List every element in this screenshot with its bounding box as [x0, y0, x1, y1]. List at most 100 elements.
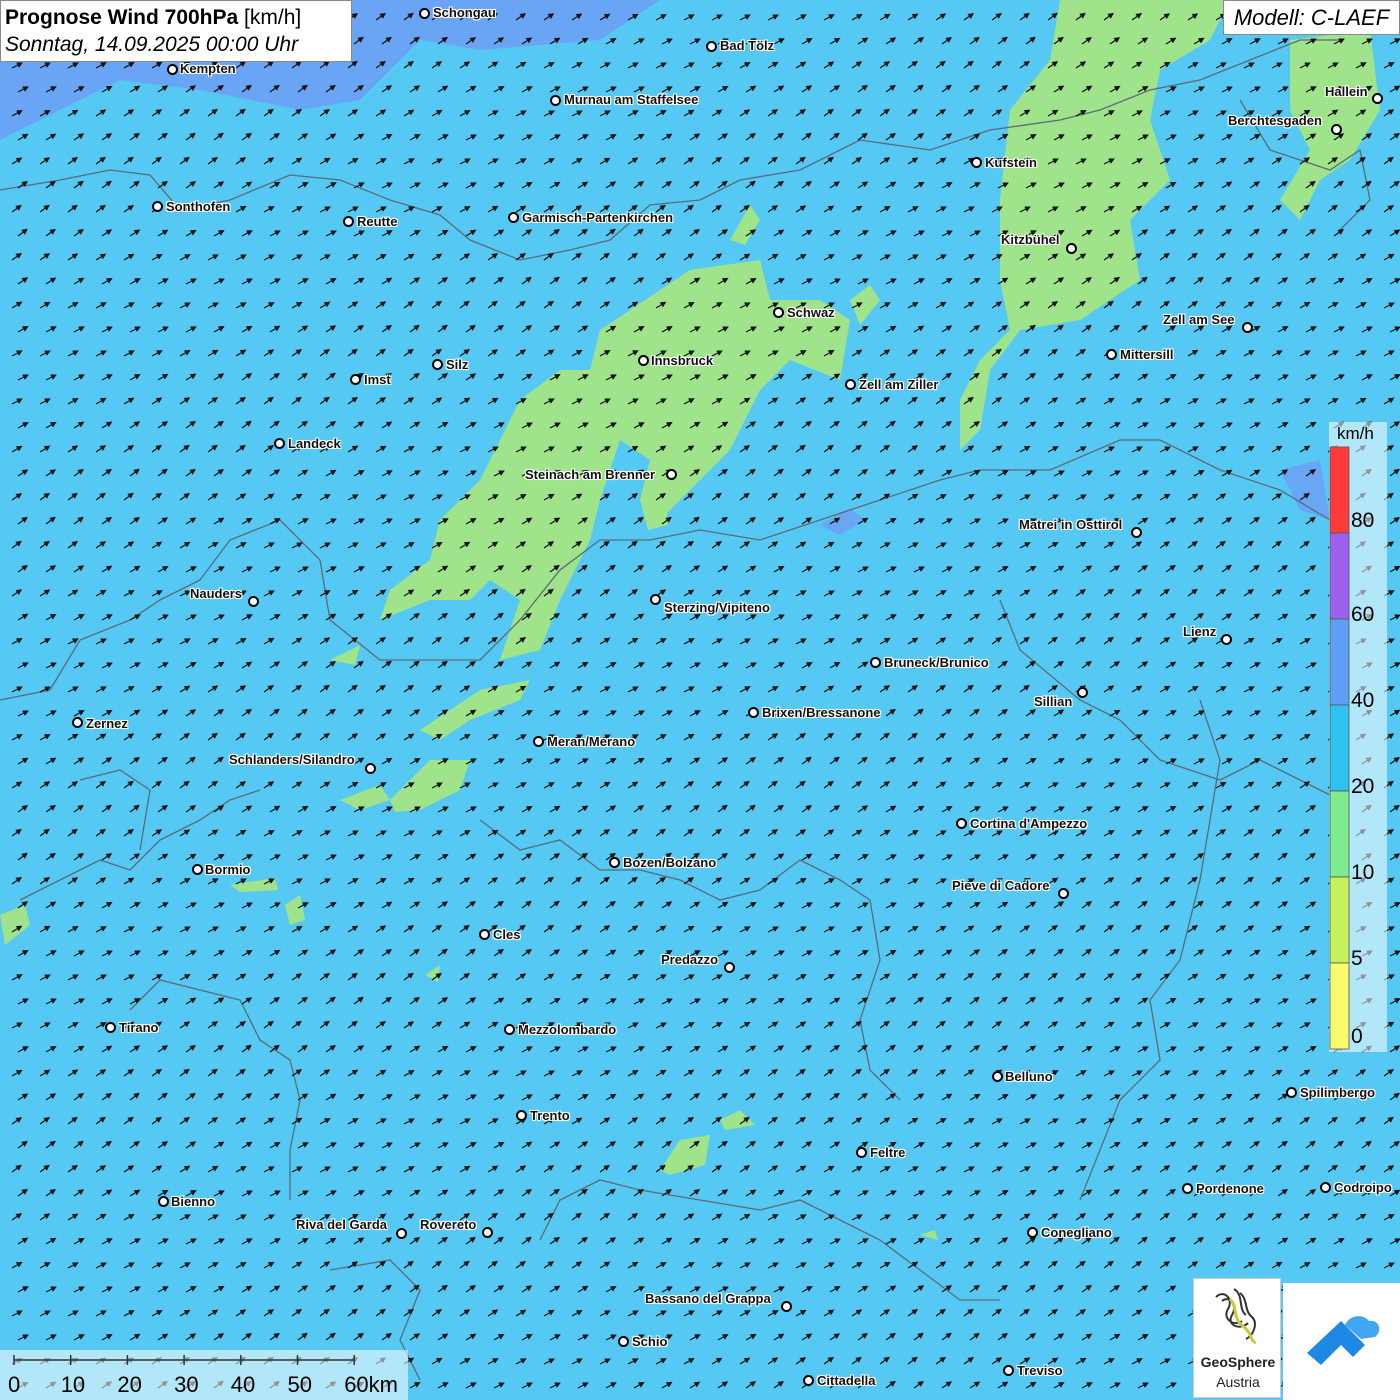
city-marker[interactable] [72, 717, 83, 728]
city-marker[interactable] [1286, 1087, 1297, 1098]
city-marker[interactable] [1331, 124, 1342, 135]
city-label: Schwaz [787, 305, 835, 320]
city-marker[interactable] [550, 95, 561, 106]
city-marker[interactable] [845, 379, 856, 390]
map-title-unit: [km/h] [244, 6, 302, 29]
city-marker[interactable] [1182, 1183, 1193, 1194]
city-marker[interactable] [992, 1071, 1003, 1082]
city-marker[interactable] [192, 864, 203, 875]
legend-swatch [1329, 446, 1350, 534]
city-label: Garmisch-Partenkirchen [522, 210, 674, 225]
city-label: Innsbruck [651, 353, 714, 368]
geosphere-logo[interactable]: GeoSphere Austria [1193, 1278, 1281, 1398]
city-marker[interactable] [1221, 634, 1232, 645]
city-marker[interactable] [516, 1110, 527, 1121]
city-label: Bruneck/Brunico [884, 655, 989, 670]
city-label: Silz [446, 357, 469, 372]
logo-line1: GeoSphere [1200, 1354, 1276, 1370]
city-marker[interactable] [856, 1147, 867, 1158]
city-label: Predazzo [661, 952, 719, 967]
city-marker[interactable] [870, 657, 881, 668]
city-marker[interactable] [638, 355, 649, 366]
city-label: Cles [493, 927, 521, 942]
logo-line2: Austria [1216, 1374, 1260, 1390]
city-label: Belluno [1005, 1069, 1053, 1084]
city-marker[interactable] [479, 929, 490, 940]
city-marker[interactable] [781, 1301, 792, 1312]
legend-tick-label: 80 [1351, 509, 1374, 532]
city-marker[interactable] [167, 64, 178, 75]
city-label: Pieve di Cadore [952, 878, 1050, 893]
city-marker[interactable] [1077, 687, 1088, 698]
city-marker[interactable] [432, 359, 443, 370]
city-label: Matrei in Osttirol [1019, 517, 1123, 532]
city-marker[interactable] [650, 594, 661, 605]
city-marker[interactable] [803, 1375, 814, 1386]
city-marker[interactable] [152, 201, 163, 212]
city-label: Berchtesgaden [1228, 113, 1322, 128]
scale-tick-label: 10 [61, 1372, 85, 1397]
legend-tick-label: 60 [1351, 603, 1374, 626]
city-marker[interactable] [105, 1022, 116, 1033]
city-label: Mezzolombardo [518, 1022, 617, 1037]
city-marker[interactable] [504, 1024, 515, 1035]
city-marker[interactable] [1027, 1227, 1038, 1238]
city-label: Meran/Merano [547, 734, 636, 749]
city-marker[interactable] [1058, 888, 1069, 899]
city-label: Riva del Garda [296, 1217, 388, 1232]
wind-map[interactable]: Prognose Wind 700hPa [km/h] Sonntag, 14.… [0, 0, 1400, 1400]
city-label: Lienz [1183, 624, 1217, 639]
city-label: Nauders [190, 586, 243, 601]
city-label: Tirano [119, 1020, 159, 1035]
city-marker[interactable] [274, 438, 285, 449]
city-marker[interactable] [956, 818, 967, 829]
city-marker[interactable] [508, 212, 519, 223]
city-label: Sillian [1034, 694, 1073, 709]
city-marker[interactable] [971, 157, 982, 168]
city-label: Rovereto [420, 1217, 477, 1232]
city-label: Kempten [180, 61, 236, 76]
city-marker[interactable] [1066, 243, 1077, 254]
scale-tick-label: 40 [231, 1372, 255, 1397]
city-marker[interactable] [724, 962, 735, 973]
city-label: Brixen/Bressanone [762, 705, 881, 720]
city-marker[interactable] [1131, 527, 1142, 538]
city-label: Bozen/Bolzano [623, 855, 717, 870]
city-marker[interactable] [748, 707, 759, 718]
city-marker[interactable] [533, 736, 544, 747]
city-label: Sonthofen [166, 199, 231, 214]
city-label: Pordenone [1196, 1181, 1264, 1196]
city-marker[interactable] [773, 307, 784, 318]
city-label: Sterzing/Vipiteno [664, 600, 770, 615]
forecast-datetime: Sonntag, 14.09.2025 00:00 Uhr [5, 33, 299, 56]
city-marker[interactable] [1242, 322, 1253, 333]
city-marker[interactable] [350, 374, 361, 385]
city-label: Schio [632, 1334, 668, 1349]
city-marker[interactable] [1320, 1182, 1331, 1193]
city-marker[interactable] [1106, 349, 1117, 360]
city-marker[interactable] [1003, 1365, 1014, 1376]
city-label: Cortina d'Ampezzo [970, 816, 1088, 831]
city-marker[interactable] [248, 596, 259, 607]
city-marker[interactable] [482, 1227, 493, 1238]
city-marker[interactable] [419, 8, 430, 19]
city-marker[interactable] [158, 1196, 169, 1207]
map-title: Prognose Wind 700hPa [5, 6, 239, 29]
city-label: Trento [530, 1108, 570, 1123]
city-label: Conegliano [1041, 1225, 1112, 1240]
city-marker[interactable] [609, 857, 620, 868]
scale-tick-label: 20 [117, 1372, 141, 1397]
legend-swatch [1329, 618, 1350, 706]
city-label: Zernez [86, 716, 128, 731]
app-logo[interactable] [1283, 1283, 1400, 1400]
city-marker[interactable] [396, 1228, 407, 1239]
city-marker[interactable] [343, 216, 354, 227]
scale-tick-label: 30 [174, 1372, 198, 1397]
city-marker[interactable] [1372, 93, 1383, 104]
city-marker[interactable] [618, 1336, 629, 1347]
city-marker[interactable] [706, 41, 717, 52]
city-label: Landeck [288, 436, 341, 451]
city-label: Reutte [357, 214, 398, 229]
city-marker[interactable] [666, 469, 677, 480]
city-marker[interactable] [365, 763, 376, 774]
